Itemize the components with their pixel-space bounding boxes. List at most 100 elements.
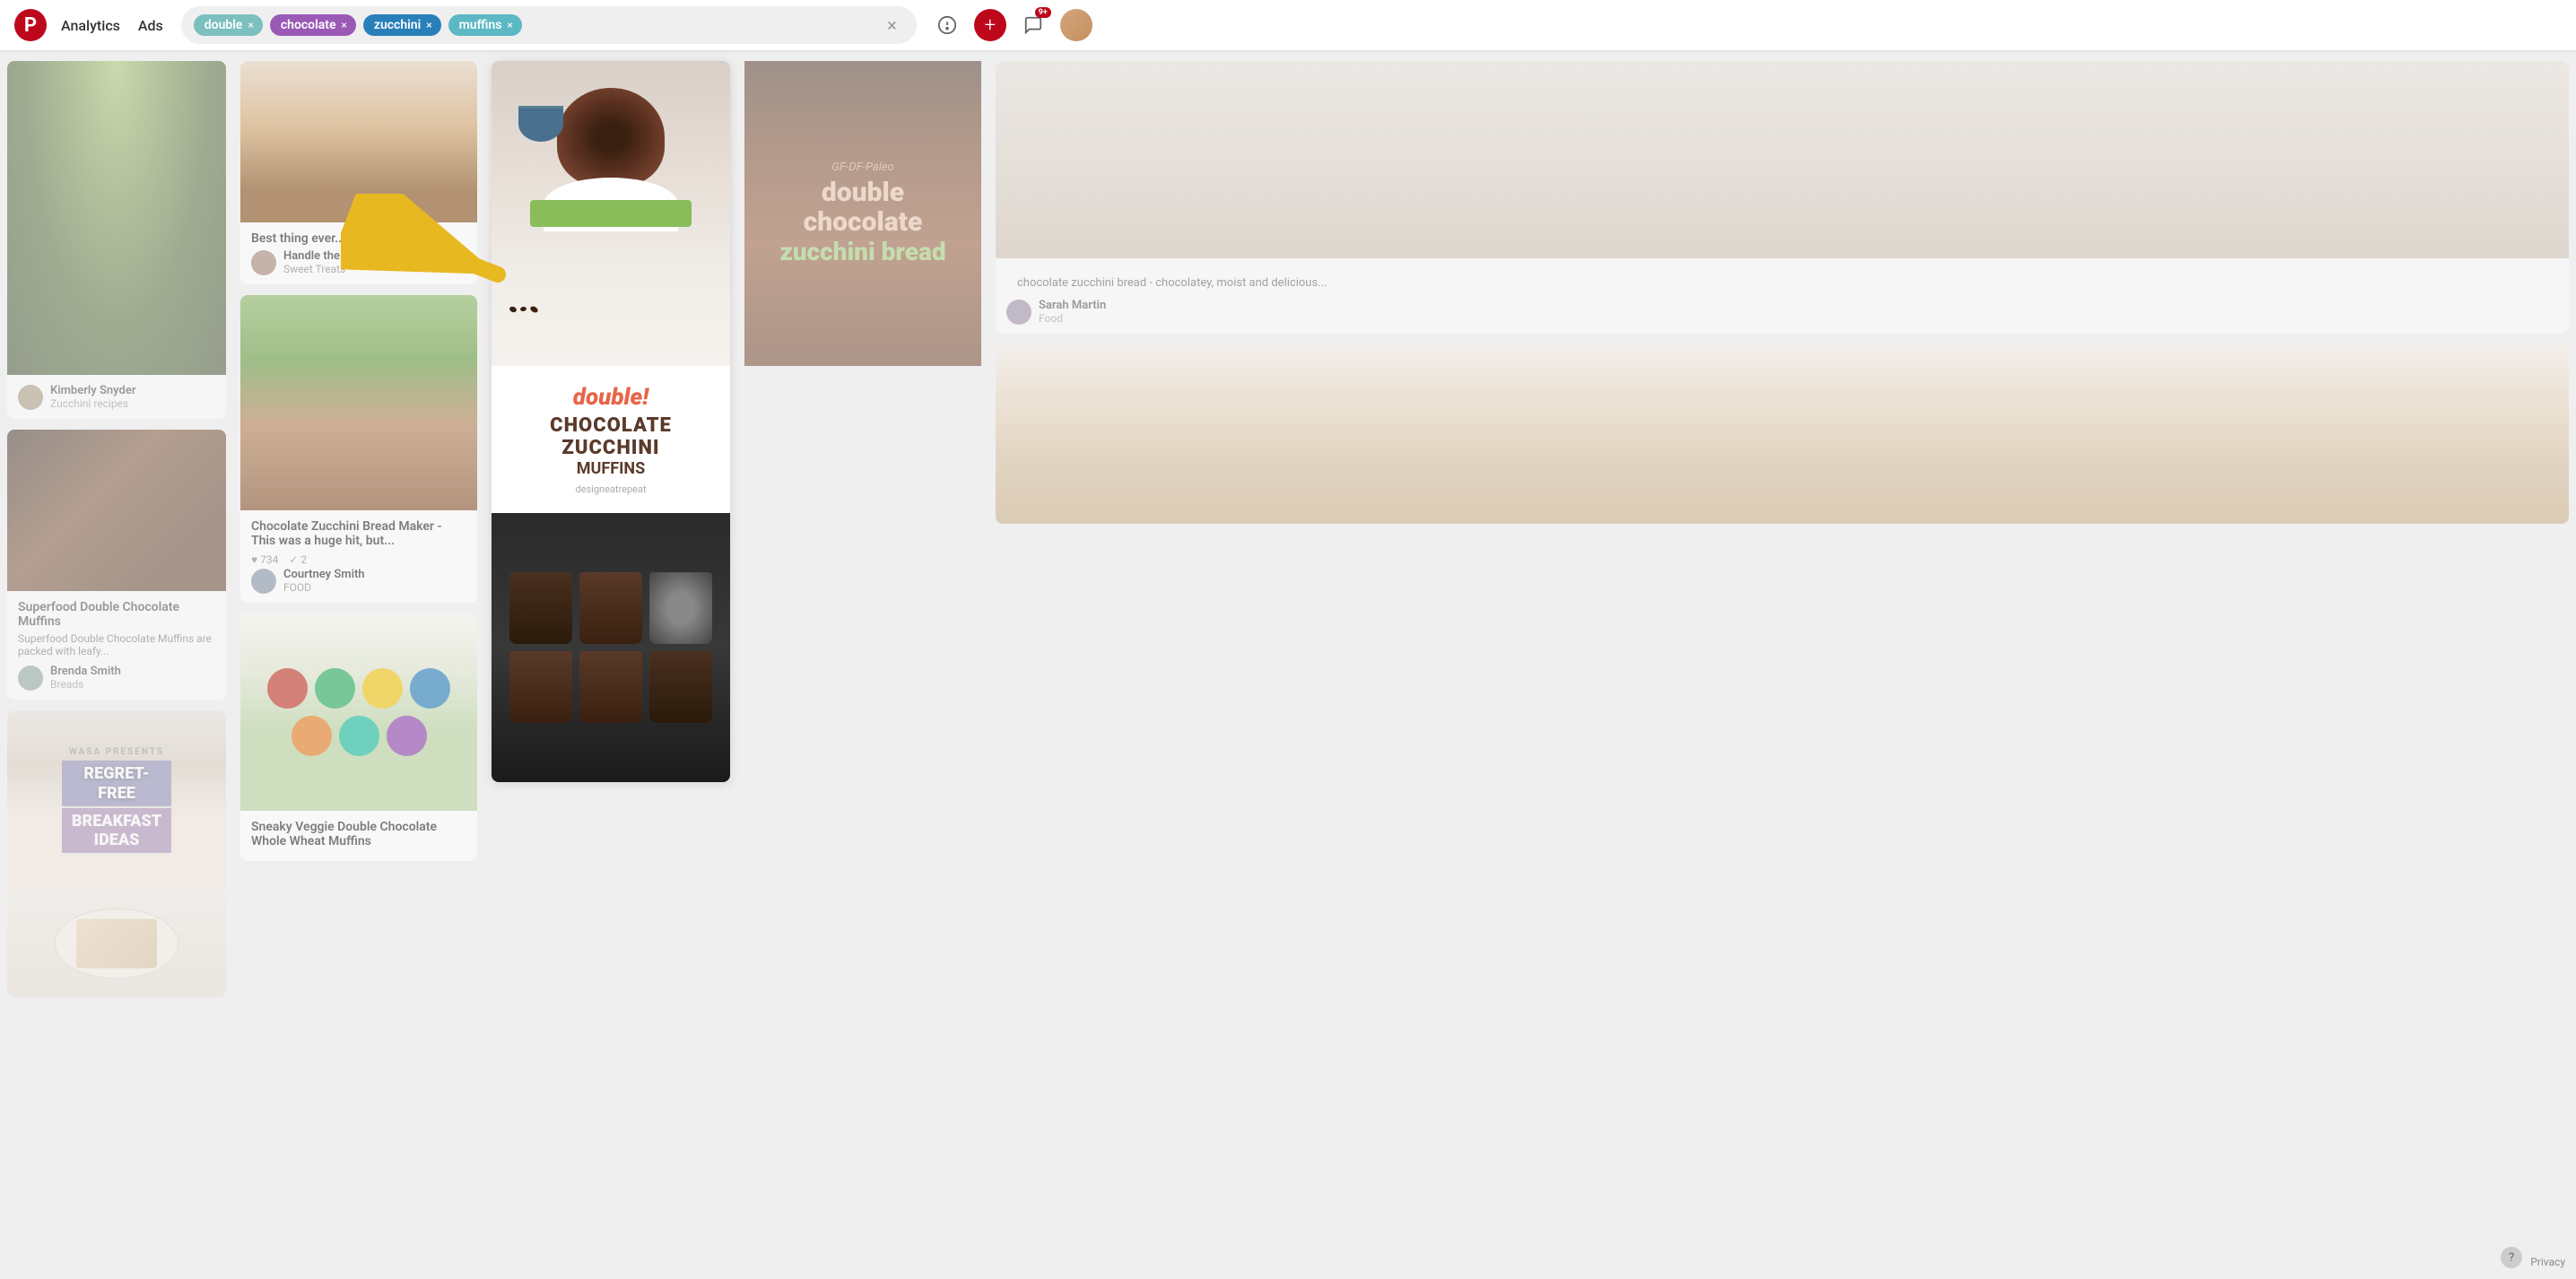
card-text-section: double! CHOCOLATE ZUCCHINI MUFFINS desig… [492, 366, 730, 513]
ball-purple [387, 716, 427, 756]
remove-chocolate-tag[interactable]: × [341, 19, 346, 31]
remove-muffins-tag[interactable]: × [507, 19, 512, 31]
card-title: Sneaky Veggie Double Chocolate Whole Whe… [251, 820, 466, 848]
tag-chocolate[interactable]: chocolate × [270, 14, 356, 36]
column-2: Best thing ever... Handle the Heat | Te.… [233, 50, 484, 1279]
card-item: MUFFINS [506, 459, 716, 478]
brenda-avatar [18, 666, 43, 691]
user-name: Courtney Smith [283, 568, 365, 581]
sneaky-veggie-card[interactable]: Sneaky Veggie Double Chocolate Whole Whe… [240, 613, 477, 861]
remove-double-tag[interactable]: × [248, 19, 253, 31]
center-column: double! CHOCOLATE ZUCCHINI MUFFINS desig… [484, 50, 737, 1279]
card-body: chocolate zucchini bread - chocolatey, m… [996, 258, 2569, 334]
bread-overlay: GF-DF-Paleo double chocolate zucchini br… [744, 143, 981, 284]
tries-count: ✓ 2 [289, 553, 307, 566]
kimberly-avatar [18, 385, 43, 410]
card-desc: Superfood Double Chocolate Muffins are p… [18, 632, 215, 657]
user-name: Brenda Smith [50, 665, 121, 678]
gf-bread-card[interactable]: GF-DF-Paleo double chocolate zucchini br… [744, 61, 981, 366]
search-bar[interactable]: double × chocolate × zucchini × muffins … [181, 6, 917, 44]
card-body: Sneaky Veggie Double Chocolate Whole Whe… [240, 811, 477, 861]
bottom-right-card[interactable] [996, 344, 2569, 524]
card-image [240, 295, 477, 510]
help-icon[interactable]: ? [2501, 1247, 2522, 1268]
breakfast-wasa: WASA PRESENTS [62, 747, 171, 757]
header-icons: + 9+ [931, 9, 1092, 41]
user-board: Sweet Treats [283, 263, 399, 275]
ball-blue [410, 668, 450, 709]
user-board: Zucchini recipes [50, 397, 136, 410]
bread-green-text: zucchini bread [762, 237, 963, 266]
analytics-link[interactable]: Analytics [61, 17, 120, 34]
notification-badge: 9+ [1035, 7, 1051, 18]
card-image [996, 61, 2569, 258]
sarah-avatar [1006, 300, 1031, 325]
card-tag-line: double! [506, 384, 716, 411]
card-user: Handle the Heat | Te... Sweet Treats [251, 249, 466, 275]
user-name: Sarah Martin [1039, 299, 1106, 312]
card-main-title: CHOCOLATE [506, 414, 716, 437]
card-user: Kimberly Snyder Zucchini recipes [18, 384, 215, 410]
card-user: Courtney Smith FOOD [251, 568, 466, 594]
add-button[interactable]: + [974, 9, 1006, 41]
card-image [996, 344, 2569, 524]
ball-teal [339, 716, 379, 756]
card-title: Superfood Double Chocolate Muffins [18, 600, 215, 629]
superfood-card[interactable]: Superfood Double Chocolate Muffins Super… [7, 430, 226, 700]
card-user: Brenda Smith Breads [18, 665, 215, 691]
card-brand: designeatrepeat [506, 483, 716, 495]
card-user: Sarah Martin Food [1006, 299, 2558, 325]
card-desc: chocolate zucchini bread - chocolatey, m… [1006, 267, 2558, 299]
card-title: Best thing ever... [251, 231, 466, 246]
sneaky-image [240, 613, 477, 811]
user-board: FOOD [283, 581, 365, 594]
pinterest-logo[interactable]: P [14, 9, 47, 41]
ball-orange [292, 716, 332, 756]
card-subtitle: ZUCCHINI [506, 437, 716, 459]
card-image [7, 430, 226, 591]
search-clear-button[interactable]: × [880, 14, 904, 36]
card-body: Chocolate Zucchini Bread Maker - This wa… [240, 510, 477, 603]
ball-yellow [362, 668, 403, 709]
ball-red [267, 668, 308, 709]
remove-zucchini-tag[interactable]: × [426, 19, 431, 31]
notifications-icon[interactable]: 9+ [1017, 9, 1049, 41]
ball-green [315, 668, 355, 709]
handle-heat-card[interactable]: Best thing ever... Handle the Heat | Te.… [240, 61, 477, 284]
featured-card[interactable]: double! CHOCOLATE ZUCCHINI MUFFINS desig… [492, 61, 730, 782]
card-body: Superfood Double Chocolate Muffins Super… [7, 591, 226, 700]
card-body: Kimberly Snyder Zucchini recipes [7, 375, 226, 419]
muffin-tray-section [492, 513, 730, 782]
saves-count: ♥ 734 [251, 553, 278, 566]
tag-double[interactable]: double × [194, 14, 263, 36]
news-icon[interactable] [931, 9, 963, 41]
muffin-top-section [492, 61, 730, 366]
main-nav: Analytics Ads [61, 17, 163, 34]
choc-zucchini-right-card[interactable]: chocolate zucchini bread - chocolatey, m… [996, 61, 2569, 334]
stats-bar: ♥ 734 ✓ 2 [251, 552, 466, 568]
breakfast-card[interactable]: WASA PRESENTS REGRET-FREE BREAKFAST IDEA… [7, 710, 226, 997]
pin-columns: Kimberly Snyder Zucchini recipes Superfo… [0, 50, 2576, 1279]
tag-muffins[interactable]: muffins × [448, 14, 522, 36]
bread-main-text: double chocolate [762, 178, 963, 237]
user-name: Handle the Heat | Te... [283, 249, 399, 263]
tag-zucchini[interactable]: zucchini × [363, 14, 441, 36]
breakfast-title2: BREAKFAST IDEAS [62, 808, 171, 853]
user-avatar[interactable] [1060, 9, 1092, 41]
column-5: chocolate zucchini bread - chocolatey, m… [988, 50, 2576, 1279]
user-board: Food [1039, 312, 1106, 325]
courtney-avatar [251, 569, 276, 594]
column-1: Kimberly Snyder Zucchini recipes Superfo… [0, 50, 233, 1279]
breakfast-title: REGRET-FREE [62, 761, 171, 806]
ads-link[interactable]: Ads [138, 17, 163, 34]
privacy-link[interactable]: Privacy [2530, 1256, 2565, 1268]
column-4: GF-DF-Paleo double chocolate zucchini br… [737, 50, 988, 1279]
breakfast-image: WASA PRESENTS REGRET-FREE BREAKFAST IDEA… [7, 710, 226, 890]
choc-zucchini-bread-card[interactable]: Chocolate Zucchini Bread Maker - This wa… [240, 295, 477, 603]
bread-gf-label: GF-DF-Paleo [762, 161, 963, 174]
header: P Analytics Ads double × chocolate × zuc… [0, 0, 2576, 50]
superfood-muffins-card[interactable]: Kimberly Snyder Zucchini recipes [7, 61, 226, 419]
card-title: Chocolate Zucchini Bread Maker - This wa… [251, 519, 466, 548]
card-image [240, 61, 477, 222]
card-image [7, 61, 226, 375]
